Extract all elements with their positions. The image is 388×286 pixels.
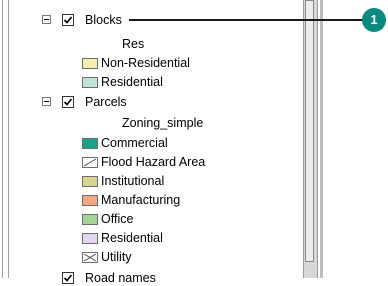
parcels-field-name: Zoning_simple xyxy=(122,116,204,130)
hatch-icon xyxy=(82,157,98,168)
swatch-residential-blocks xyxy=(82,77,98,88)
blocks-field-name: Res xyxy=(122,37,145,51)
utility-x-icon xyxy=(82,252,98,263)
layer-name-parcels[interactable]: Parcels xyxy=(85,94,127,110)
callout-leader-line xyxy=(129,19,369,21)
swatch-institutional xyxy=(82,176,98,187)
class-label-utility: Utility xyxy=(101,250,132,264)
panel-border-left-inner xyxy=(8,0,9,278)
swatch-manufacturing xyxy=(82,195,98,206)
class-label-institutional: Institutional xyxy=(101,174,165,188)
collapse-parcels-icon[interactable] xyxy=(42,97,51,106)
collapse-blocks-icon[interactable] xyxy=(42,15,51,24)
road-names-visibility-checkbox[interactable] xyxy=(62,272,74,284)
class-label-residential-parcels: Residential xyxy=(101,231,163,245)
blocks-visibility-checkbox[interactable] xyxy=(62,14,74,26)
callout-number-badge: 1 xyxy=(362,8,386,32)
scrollbar-thumb[interactable] xyxy=(305,0,314,262)
class-label-commercial: Commercial xyxy=(101,136,168,150)
swatch-office xyxy=(82,214,98,225)
parcels-visibility-checkbox[interactable] xyxy=(62,96,74,108)
class-label-manufacturing: Manufacturing xyxy=(101,193,181,207)
layer-name-road-names[interactable]: Road names xyxy=(85,270,156,286)
swatch-non-residential xyxy=(82,58,98,69)
class-label-office: Office xyxy=(101,212,134,226)
class-label-flood-hazard: Flood Hazard Area xyxy=(101,155,206,169)
class-label-residential-blocks: Residential xyxy=(101,75,163,89)
layer-name-blocks[interactable]: Blocks xyxy=(85,12,122,28)
swatch-residential-parcels xyxy=(82,233,98,244)
class-label-non-residential: Non-Residential xyxy=(101,56,190,70)
panel-border-left xyxy=(2,0,3,278)
swatch-commercial xyxy=(82,138,98,149)
panel-border-right xyxy=(320,0,323,278)
